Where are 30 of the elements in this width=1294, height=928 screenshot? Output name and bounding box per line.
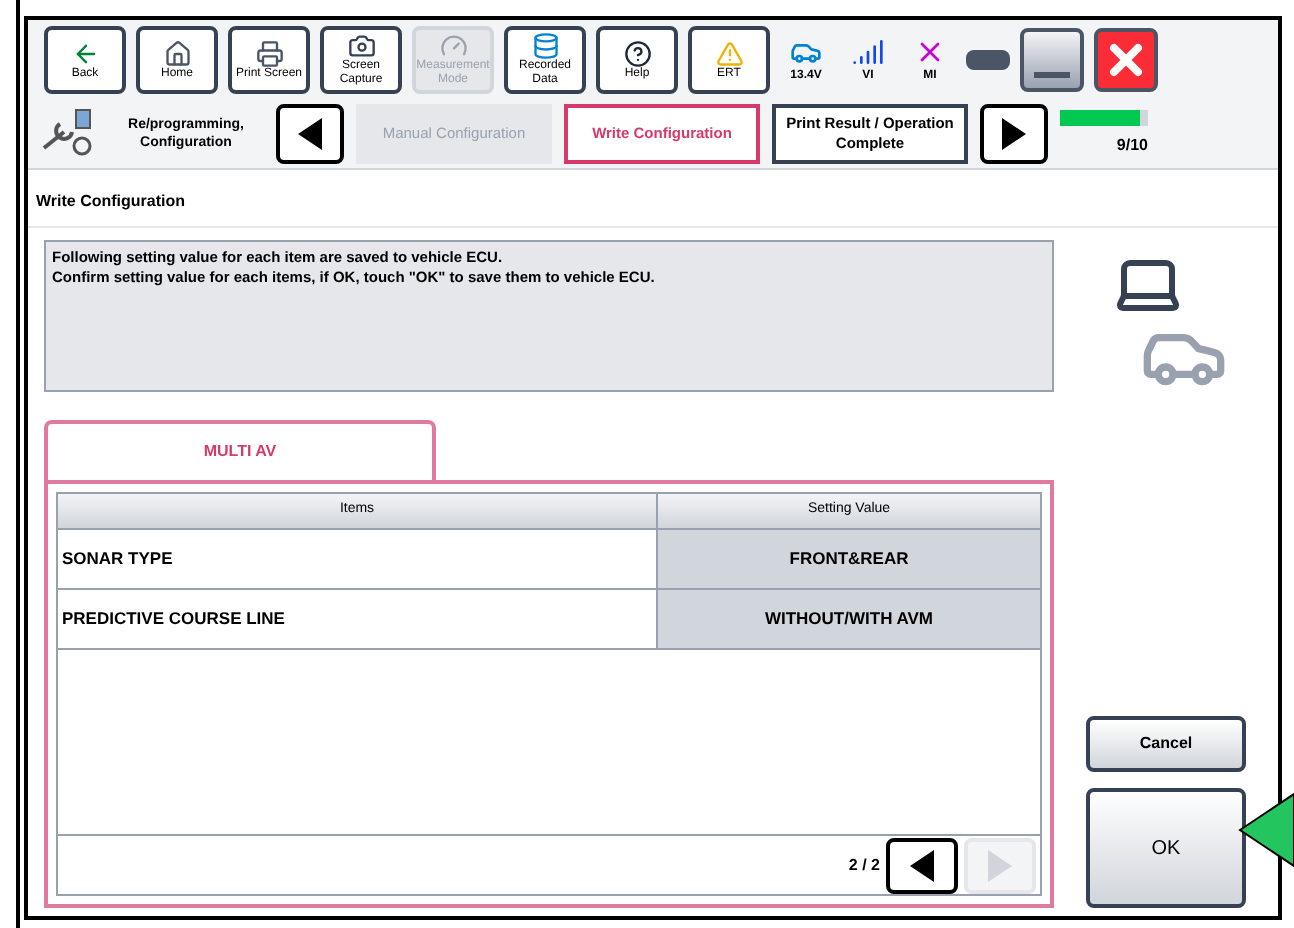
table-cell: PREDICTIVE COURSE LINE <box>58 590 658 648</box>
table-cell: WITHOUT/WITH AVM <box>658 590 1040 648</box>
close-button[interactable] <box>1094 28 1158 92</box>
table-cell: FRONT&REAR <box>658 530 1040 588</box>
tab[interactable]: MULTI AV <box>44 420 436 480</box>
left-triangle-icon <box>908 847 936 883</box>
page-indicator: 2 / 2 <box>848 853 880 877</box>
left-triangle-icon <box>296 116 324 152</box>
progress-label: 9/10 <box>1116 134 1148 158</box>
minimize-button[interactable] <box>1020 28 1084 92</box>
right-triangle-icon <box>986 847 1014 883</box>
cancel-button[interactable]: Cancel <box>1086 716 1246 772</box>
camera-icon <box>347 32 375 60</box>
section-title: Write Configuration <box>36 192 186 210</box>
table-cell: SONAR TYPE <box>58 530 658 588</box>
help-icon <box>623 39 651 67</box>
minimize-icon <box>1034 72 1070 78</box>
previous-button[interactable] <box>276 104 344 164</box>
next-button[interactable] <box>980 104 1048 164</box>
warning-icon <box>715 39 743 67</box>
right-triangle-icon <box>1000 116 1028 152</box>
database-icon <box>531 32 559 60</box>
printer-icon <box>255 39 283 67</box>
home-icon <box>163 39 191 67</box>
ok-button[interactable]: OK <box>1086 788 1246 908</box>
gauge-icon <box>439 32 467 60</box>
wrench-icon <box>40 108 96 160</box>
page-previous-button[interactable] <box>886 837 958 893</box>
battery-icon <box>966 50 1010 70</box>
signal-icon <box>852 35 884 67</box>
